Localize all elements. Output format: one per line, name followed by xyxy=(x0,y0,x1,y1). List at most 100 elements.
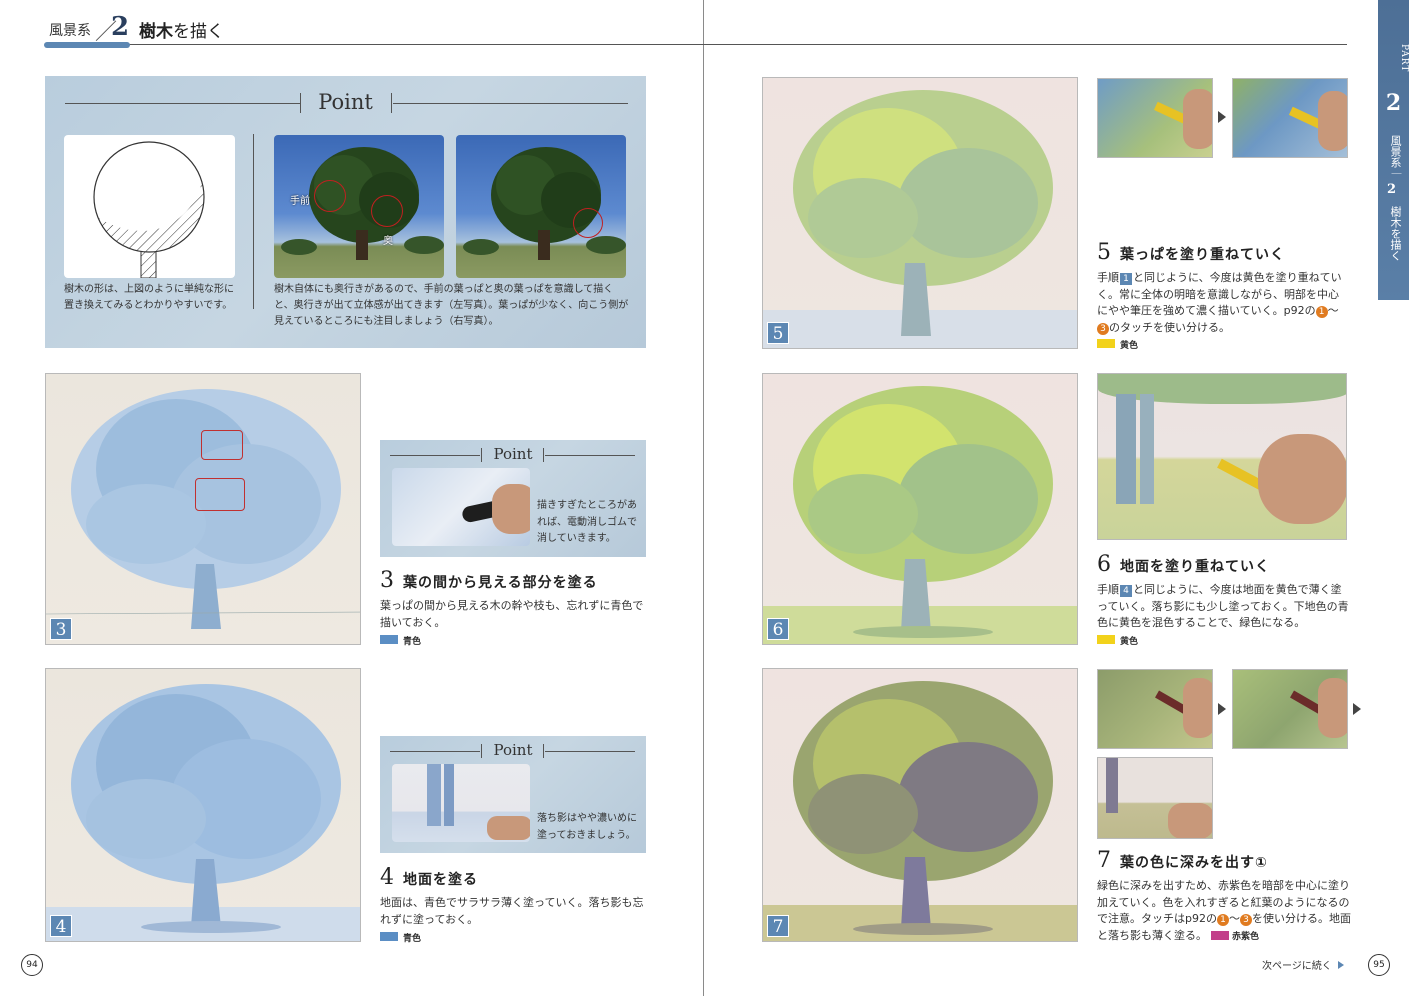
step7-image: 7 xyxy=(762,668,1078,942)
trunk-7 xyxy=(1106,758,1118,813)
step6-ref-badge: 4 xyxy=(1120,585,1132,597)
step5-badge: 5 xyxy=(767,322,789,344)
blue-tree-drawing-4 xyxy=(46,684,360,941)
trunk-b xyxy=(444,764,454,826)
highlight-box-1 xyxy=(201,430,243,460)
step3-title-text: 葉の間から見える部分を塗る xyxy=(403,575,598,591)
chapter-header: 風景系 ／ 2 樹木を描く xyxy=(47,12,1347,46)
step7-swatch xyxy=(1211,931,1229,940)
yellowgreen-tree-5 xyxy=(763,90,1077,348)
header-num: 2 xyxy=(111,12,130,42)
next-page-text: 次ページに続く xyxy=(1262,961,1332,972)
step6-color-label: 黄色 xyxy=(1120,637,1139,647)
hand-7c xyxy=(1168,803,1212,838)
point-heading: Point xyxy=(318,90,373,114)
trunk-6b xyxy=(1140,394,1154,504)
step7-tilde: 〜 xyxy=(1228,912,1240,925)
step4-image: 4 xyxy=(45,668,361,942)
step6-title: 6 地面を塗り重ねていく xyxy=(1097,552,1270,577)
step7-text: 緑色に深みを出すため、赤紫色を暗部を中心に塗り加えていく。色を入れすぎると紅葉の… xyxy=(1097,878,1351,945)
step3-color-label: 青色 xyxy=(403,637,422,647)
deep-tree-7 xyxy=(763,681,1077,941)
yellowgreen-tree-6 xyxy=(763,386,1077,644)
pb4-heading: Point xyxy=(493,741,533,759)
part-label: PART xyxy=(1399,44,1409,73)
arrow-step7-a xyxy=(1218,703,1226,715)
step7-color-label: 赤紫色 xyxy=(1232,931,1260,942)
step6-text: 手順 4 と同じように、今度は地面を黄色で薄く塗っていく。落ち影にも少し塗っておく。… xyxy=(1097,582,1349,632)
highlight-box-2 xyxy=(195,478,245,511)
step5-ref-badge: 1 xyxy=(1120,273,1132,285)
step5-title: 5 葉っぱを塗り重ねていく xyxy=(1097,240,1285,265)
step5-num: 5 xyxy=(1097,240,1112,265)
step6-swatch xyxy=(1097,635,1115,644)
step3-title: 3 葉の間から見える部分を塗る xyxy=(380,568,598,593)
pb3-text: 描きすぎたところがあれば、電動消しゴムで消していきます。 xyxy=(537,500,637,544)
near-circle xyxy=(314,180,346,212)
step4-text: 地面は、青色でサラサラ薄く塗っていく。落ち影も忘れずに塗っておく。 xyxy=(380,896,644,926)
tree-photo-depth-left: 手前 奥 xyxy=(274,135,444,278)
pb3-heading: Point xyxy=(493,445,533,463)
step7-c1: 1 xyxy=(1216,914,1229,926)
far-circle xyxy=(371,195,403,227)
step5-image: 5 xyxy=(762,77,1078,349)
point-divider xyxy=(253,134,254,309)
page-number-left: 94 xyxy=(21,954,43,976)
point-box-step3: Point 描きすぎたところがあれば、電動消しゴムで消していきます。 xyxy=(380,440,646,557)
gap-circle xyxy=(573,208,603,238)
header-category: 風景系 xyxy=(49,23,91,39)
hand-2 xyxy=(1318,91,1347,151)
trunk-6a xyxy=(1116,394,1136,504)
step3-text: 葉っぱの間から見える木の幹や枝も、忘れずに青色で描いておく。 xyxy=(380,599,644,629)
hand-7a xyxy=(1183,678,1212,738)
step5-tilde: 〜 xyxy=(1327,304,1339,317)
pb4-text: 落ち影はやや濃いめに塗っておきましょう。 xyxy=(537,813,637,841)
pencil-hand xyxy=(487,816,530,840)
header-underline xyxy=(47,44,1347,45)
step6-badge: 6 xyxy=(767,618,789,640)
tree-shape-svg xyxy=(93,141,205,279)
step5-text-b: と同じように、今度は黄色を塗り重ねていく。常に全体の明暗を意識しながら、明部を中… xyxy=(1097,271,1342,317)
step5-c2: 3 xyxy=(1097,322,1109,335)
step6-title-text: 地面を塗り重ねていく xyxy=(1120,559,1270,575)
step5-title-text: 葉っぱを塗り重ねていく xyxy=(1120,247,1285,263)
step7-c2: 3 xyxy=(1239,914,1252,926)
hand-7b xyxy=(1318,678,1347,738)
trunk-a xyxy=(427,764,441,826)
next-page-note: 次ページに続く xyxy=(1262,957,1344,972)
next-arrow-icon xyxy=(1338,961,1344,969)
step5-c1: 1 xyxy=(1315,306,1328,318)
step4-title: 4 地面を塗る xyxy=(380,865,478,890)
far-label: 奥 xyxy=(383,236,393,247)
header-accent-bar xyxy=(44,42,130,48)
step6-num: 6 xyxy=(1097,552,1112,577)
eraser-photo xyxy=(392,468,530,546)
shape-diagram xyxy=(64,135,235,279)
point-box-step4: Point 落ち影はやや濃いめに塗っておきましょう。 xyxy=(380,736,646,853)
page-fold xyxy=(703,0,704,996)
step5-closeup-2 xyxy=(1232,78,1348,158)
step3-badge: 3 xyxy=(50,618,72,640)
step4-color-label: 青色 xyxy=(403,934,422,944)
header-title-main: 樹木 xyxy=(139,22,173,42)
step3-image: 3 xyxy=(45,373,361,645)
sidebar-dash: ｜ xyxy=(1389,168,1400,178)
step4-swatch xyxy=(380,932,398,941)
step4-badge: 4 xyxy=(50,915,72,937)
step3-num: 3 xyxy=(380,568,395,593)
step7-badge: 7 xyxy=(767,915,789,937)
step7-closeup-1 xyxy=(1097,669,1213,749)
hand-6 xyxy=(1258,434,1346,524)
step5-text-c: のタッチを使い分ける。 xyxy=(1109,320,1230,334)
step5-text-a: 手順 xyxy=(1097,271,1119,284)
header-title: 樹木を描く xyxy=(139,17,224,42)
step4-title-text: 地面を塗る xyxy=(403,872,478,888)
hand xyxy=(492,484,530,534)
sidebar-num: 2 xyxy=(1387,182,1397,197)
step7-num: 7 xyxy=(1097,848,1112,873)
step6-text-b: と同じように、今度は地面を黄色で薄く塗っていく。落ち影にも少し塗っておく。下地色… xyxy=(1097,583,1349,629)
part-number: 2 xyxy=(1385,90,1402,116)
step6-image: 6 xyxy=(762,373,1078,645)
shadow-photo xyxy=(392,764,530,842)
tree-photo-depth-right xyxy=(456,135,626,278)
